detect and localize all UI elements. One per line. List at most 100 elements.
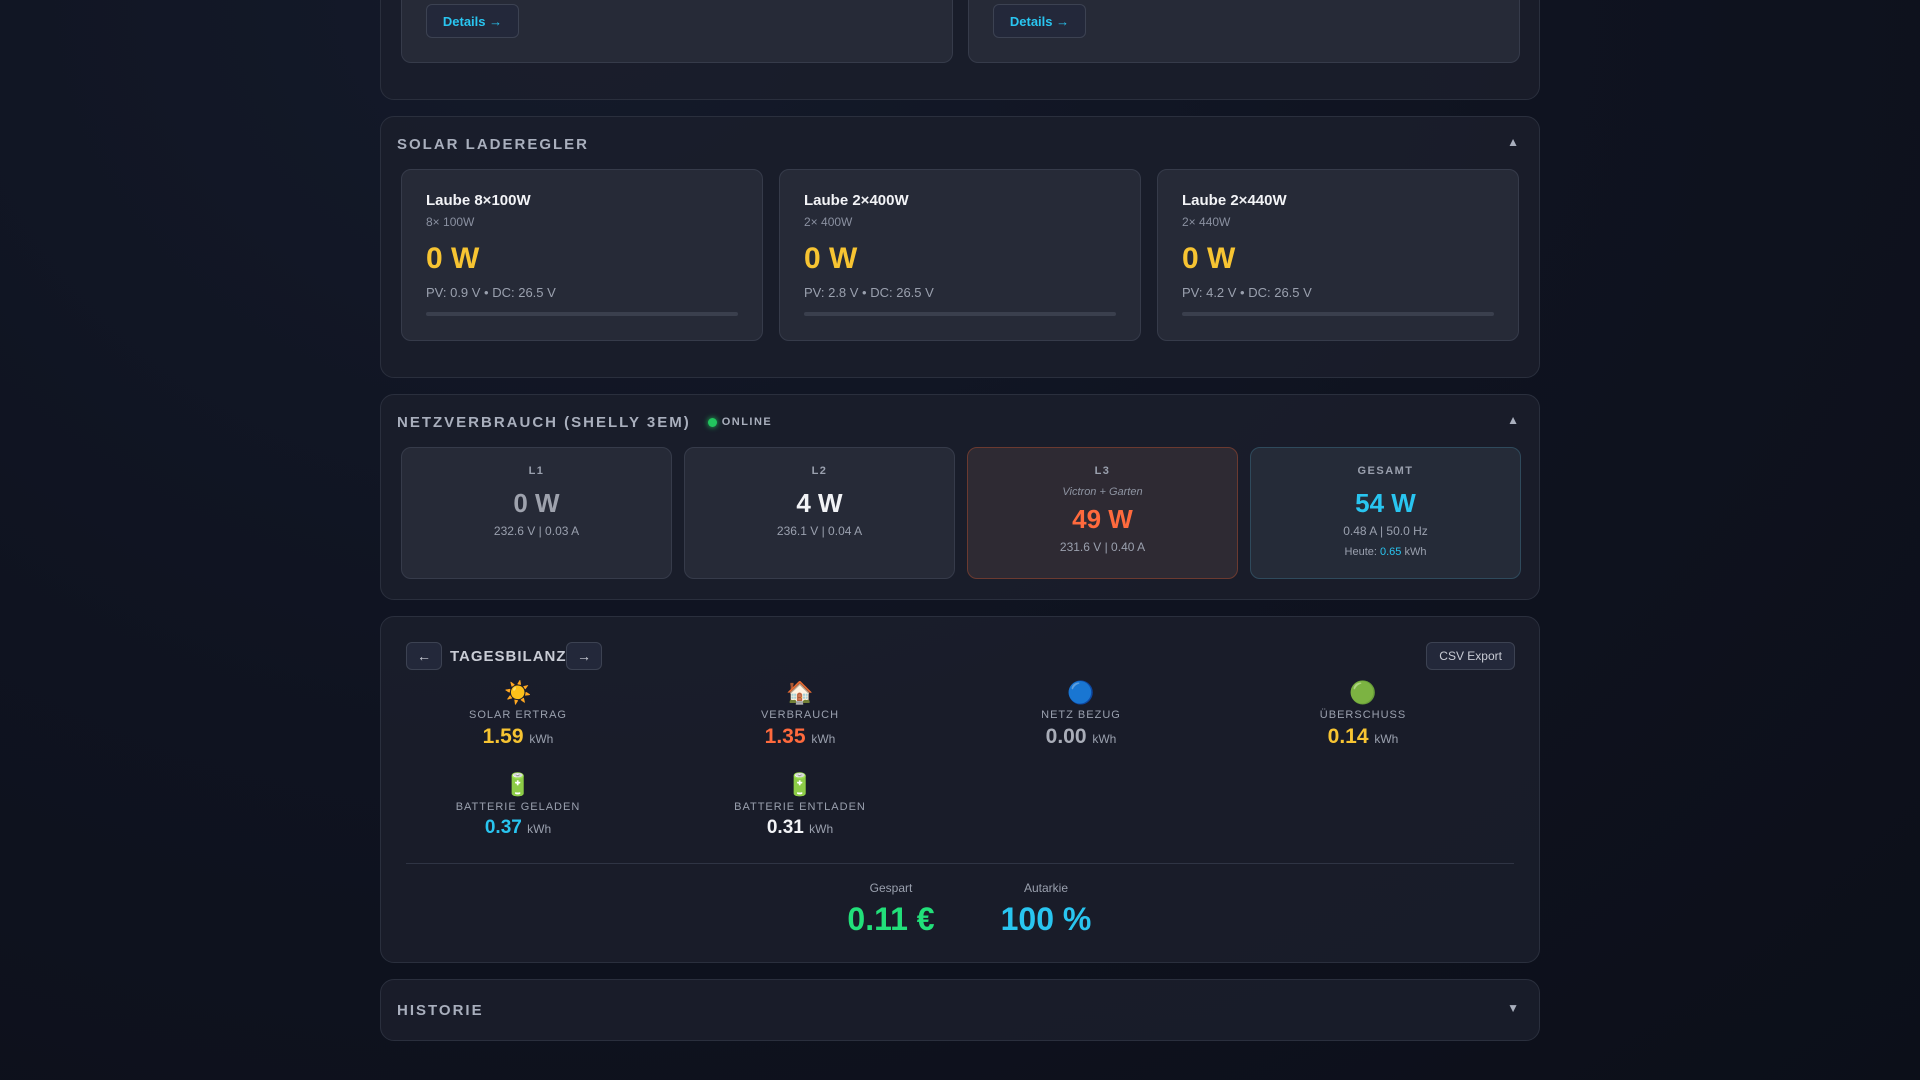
solar-charger-panel: SOLAR LADEREGLER ▲ Laube 8×100W 8× 100W …: [380, 116, 1540, 378]
charger-config: 8× 100W: [426, 215, 475, 229]
stat-battery-charged: 🔋 BATTERIE GELADEN 0.37 kWh: [408, 771, 628, 839]
stat-solar-yield: ☀️ SOLAR ERTRAG 1.59 kWh: [408, 679, 628, 749]
charger-voltages: PV: 4.2 V • DC: 26.5 V: [1182, 285, 1312, 300]
autarky-block: Autarkie 100 %: [971, 881, 1121, 938]
phase-meta: 232.6 V | 0.03 A: [493, 524, 580, 538]
blue-circle-icon: 🔵: [1067, 680, 1095, 705]
stat-value: 1.59 kWh: [408, 725, 628, 749]
collapse-icon[interactable]: ▲: [1507, 413, 1519, 427]
online-status-label: ONLINE: [721, 416, 773, 428]
divider: [406, 863, 1514, 864]
stat-value: 1.35 kWh: [690, 725, 910, 749]
charger-progress-bar: [426, 312, 738, 316]
charger-card[interactable]: Laube 8×100W 8× 100W 0 W PV: 0.9 V • DC:…: [401, 169, 763, 341]
today-value: 0.65: [1380, 546, 1402, 558]
history-panel: HISTORIE ▼: [380, 979, 1540, 1041]
online-status-dot: [707, 417, 717, 427]
phase-card-total: GESAMT 54 W 0.48 A | 50.0 Hz Heute: 0.65…: [1250, 447, 1521, 579]
battery-icon: 🔋: [786, 772, 814, 797]
house-icon: 🏠: [786, 680, 814, 705]
saved-value: 0.11 €: [847, 901, 935, 937]
phase-label: L1: [528, 465, 545, 477]
battery-icon: 🔋: [504, 772, 532, 797]
collapse-icon[interactable]: ▲: [1507, 135, 1519, 149]
stat-number: 0.14: [1327, 725, 1369, 748]
stat-value: 0.31 kWh: [690, 817, 910, 839]
stat-label: ÜBERSCHUSS: [1319, 709, 1407, 721]
grid-consumption-panel: NETZVERBRAUCH (SHELLY 3EM) ONLINE ▲ L1 0…: [380, 394, 1540, 600]
today-energy: Heute: 0.65 kWh: [1251, 546, 1520, 558]
total-label: GESAMT: [1357, 465, 1414, 477]
phase-power: 49 W: [1072, 504, 1133, 534]
daily-title: TAGESBILANZ: [450, 648, 567, 665]
stat-label: BATTERIE ENTLADEN: [734, 801, 866, 813]
charger-progress-bar: [1182, 312, 1494, 316]
expand-icon[interactable]: ▼: [1507, 1001, 1519, 1015]
next-day-button[interactable]: →: [566, 642, 602, 670]
daily-balance-panel: ← TAGESBILANZ → CSV Export ☀️ SOLAR ERTR…: [380, 616, 1540, 963]
today-prefix: Heute:: [1344, 546, 1377, 558]
autarky-label: Autarkie: [1023, 881, 1069, 895]
grid-panel-title: NETZVERBRAUCH (SHELLY 3EM): [397, 413, 691, 431]
sun-icon: ☀️: [504, 680, 532, 705]
stat-label: NETZ BEZUG: [1041, 709, 1121, 721]
charger-power: 0 W: [1182, 242, 1236, 275]
history-panel-title: HISTORIE: [397, 1001, 484, 1019]
saved-label: Gespart: [869, 881, 913, 895]
details-button-left[interactable]: Details →: [426, 4, 519, 38]
charger-power: 0 W: [804, 242, 858, 275]
green-circle-icon: 🟢: [1349, 680, 1377, 705]
stat-number: 0.00: [1045, 725, 1087, 748]
today-unit: kWh: [1404, 546, 1427, 558]
solar-panel-header[interactable]: SOLAR LADEREGLER ▲: [397, 129, 1523, 159]
charger-config: 2× 440W: [1182, 215, 1231, 229]
battery-card-right: Details →: [968, 0, 1520, 63]
stat-label: BATTERIE GELADEN: [455, 801, 581, 813]
csv-export-button[interactable]: CSV Export: [1426, 642, 1515, 670]
stat-value: 0.14 kWh: [1253, 725, 1473, 749]
phase-card-l2: L2 4 W 236.1 V | 0.04 A: [684, 447, 955, 579]
stat-unit: kWh: [527, 822, 552, 836]
charger-name: Laube 2×440W: [1182, 192, 1287, 209]
stat-grid-import: 🔵 NETZ BEZUG 0.00 kWh: [971, 679, 1191, 749]
stat-label: VERBRAUCH: [760, 709, 840, 721]
charger-card[interactable]: Laube 2×440W 2× 440W 0 W PV: 4.2 V • DC:…: [1157, 169, 1519, 341]
stat-unit: kWh: [811, 732, 836, 746]
phase-card-l3: L3 Victron + Garten 49 W 231.6 V | 0.40 …: [967, 447, 1238, 579]
stat-surplus: 🟢 ÜBERSCHUSS 0.14 kWh: [1253, 679, 1473, 749]
stat-consumption: 🏠 VERBRAUCH 1.35 kWh: [690, 679, 910, 749]
stat-unit: kWh: [809, 822, 834, 836]
stat-number: 0.31: [766, 817, 804, 838]
stat-unit: kWh: [1092, 732, 1117, 746]
previous-day-button[interactable]: ←: [406, 642, 442, 670]
charger-name: Laube 8×100W: [426, 192, 531, 209]
phase-note: Victron + Garten: [1062, 486, 1143, 498]
phase-label: L2: [811, 465, 828, 477]
stat-number: 1.59: [482, 725, 524, 748]
stat-battery-discharged: 🔋 BATTERIE ENTLADEN 0.31 kWh: [690, 771, 910, 839]
stat-label: SOLAR ERTRAG: [469, 709, 567, 721]
solar-panel-title: SOLAR LADEREGLER: [397, 135, 590, 153]
stat-number: 1.35: [764, 725, 806, 748]
total-power: 54 W: [1355, 488, 1416, 518]
stat-value: 0.00 kWh: [971, 725, 1191, 749]
stat-unit: kWh: [1374, 732, 1399, 746]
autarky-value: 100 %: [1000, 901, 1092, 937]
phase-power: 0 W: [513, 488, 560, 518]
phase-power: 4 W: [796, 488, 843, 518]
phase-meta: 231.6 V | 0.40 A: [1059, 540, 1146, 554]
charger-config: 2× 400W: [804, 215, 853, 229]
stat-value: 0.37 kWh: [408, 817, 628, 839]
charger-voltages: PV: 0.9 V • DC: 26.5 V: [426, 285, 556, 300]
battery-card-left: Details →: [401, 0, 953, 63]
charger-card[interactable]: Laube 2×400W 2× 400W 0 W PV: 2.8 V • DC:…: [779, 169, 1141, 341]
charger-voltages: PV: 2.8 V • DC: 26.5 V: [804, 285, 934, 300]
stat-number: 0.37: [484, 817, 522, 838]
grid-panel-header[interactable]: NETZVERBRAUCH (SHELLY 3EM) ONLINE ▲: [397, 407, 1523, 437]
phase-label: L3: [1094, 465, 1111, 477]
charger-progress-bar: [804, 312, 1116, 316]
battery-panel: Details → Details →: [380, 0, 1540, 100]
details-button-right[interactable]: Details →: [993, 4, 1086, 38]
saved-block: Gespart 0.11 €: [821, 881, 961, 938]
history-panel-header[interactable]: HISTORIE ▼: [397, 995, 1523, 1025]
